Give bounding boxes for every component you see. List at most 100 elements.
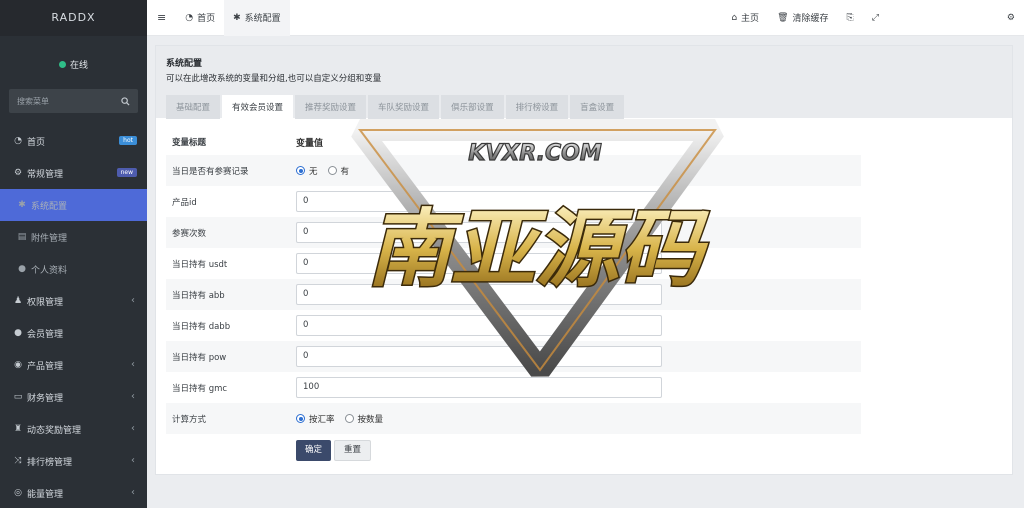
table-row: 当日持有 gmc 100 (166, 372, 861, 403)
clear-cache-button[interactable]: 🗑︎ 清除缓存 (768, 0, 837, 36)
pow-input[interactable]: 0 (296, 346, 662, 367)
header-variable-title: 变量标题 (172, 138, 207, 148)
settings-button[interactable]: ⚙ (998, 0, 1024, 36)
field-label: 当日是否有参赛记录 (172, 166, 249, 177)
menu-toggle-button[interactable]: ≡ (147, 0, 176, 36)
credit-card-icon: ▭ (13, 392, 23, 402)
brand-logo[interactable]: RADDX (0, 0, 147, 36)
radio-option-yes[interactable]: 有 (327, 165, 349, 177)
config-panel: 系统配置 可以在此增改系统的变量和分组,也可以自定义分组和变量 基础配置 有效会… (155, 45, 1013, 475)
table-row: 参赛次数 0 (166, 217, 861, 248)
sidebar-item-dynamic-rewards[interactable]: ♜ 动态奖励管理 ‹ (0, 413, 147, 445)
usdt-input[interactable]: 0 (296, 253, 662, 274)
tab-basic-config[interactable]: 基础配置 (166, 95, 221, 119)
status-label: 在线 (69, 60, 88, 71)
field-label: 当日持有 pow (172, 352, 227, 363)
tab-home[interactable]: ◔ 首页 (176, 0, 224, 36)
field-label: 当日持有 usdt (172, 259, 228, 270)
status-dot-icon (58, 60, 66, 68)
header-variable-value: 变量值 (296, 138, 324, 149)
chevron-left-icon: ‹ (131, 295, 135, 306)
abb-input[interactable]: 0 (296, 284, 662, 305)
submit-button[interactable]: 确定 (296, 440, 332, 461)
shuffle-icon: ⤨ (14, 456, 22, 466)
dashboard-icon: ◔ (14, 136, 22, 146)
tab-team-reward-settings[interactable]: 车队奖励设置 (368, 95, 440, 119)
sidebar-item-leaderboard[interactable]: ⤨ 排行榜管理 ‹ (0, 445, 147, 477)
table-header: 变量标题 变量值 (166, 129, 861, 155)
radio-unchecked-icon[interactable] (327, 166, 337, 175)
page-title: 系统配置 (166, 59, 203, 69)
table-row: 当日持有 dabb 0 (166, 310, 861, 341)
radio-option-by-rate[interactable]: 按汇率 (296, 413, 335, 425)
chevron-left-icon: ‹ (131, 391, 135, 402)
table-row: 产品id 0 (166, 186, 861, 217)
table-row: 当日持有 abb 0 (166, 279, 861, 310)
sidebar-item-system-config[interactable]: ✱ 系统配置 (0, 189, 147, 221)
chevron-left-icon: ‹ (131, 487, 135, 498)
sidebar-item-energy[interactable]: ◎ 能量管理 ‹ (0, 477, 147, 508)
product-icon: ◉ (14, 360, 22, 370)
user-icon: ● (14, 328, 22, 338)
trash-icon: 🗑︎ (777, 12, 789, 23)
user-icon: ● (18, 264, 26, 274)
fullscreen-button[interactable]: ⤢ (863, 0, 888, 36)
sidebar-item-profile[interactable]: ● 个人资料 (0, 253, 147, 285)
gear-icon: ✱ (18, 200, 26, 210)
chevron-left-icon: ‹ (131, 455, 135, 466)
sidebar-item-products[interactable]: ◉ 产品管理 ‹ (0, 349, 147, 381)
sidebar-item-permissions[interactable]: ♟ 权限管理 ‹ (0, 285, 147, 317)
panel-heading: 系统配置 可以在此增改系统的变量和分组,也可以自定义分组和变量 基础配置 有效会… (156, 46, 1012, 119)
tab-referral-reward-settings[interactable]: 推荐奖励设置 (295, 95, 367, 119)
sidebar-item-attachments[interactable]: ▤ 附件管理 (0, 221, 147, 253)
field-label: 当日持有 dabb (172, 321, 231, 332)
table-row: 当日持有 pow 0 (166, 341, 861, 372)
fullscreen-icon: ⤢ (871, 12, 879, 23)
tab-valid-member-settings[interactable]: 有效会员设置 (222, 95, 294, 119)
tab-system-config[interactable]: ✱ 系统配置 (224, 0, 290, 36)
group-icon: ♟ (13, 296, 23, 306)
dabb-input[interactable]: 0 (296, 315, 662, 336)
home-link[interactable]: ⌂ 主页 (722, 0, 768, 36)
sidebar-item-finance[interactable]: ▭ 财务管理 ‹ (0, 381, 147, 413)
hot-badge: hot (119, 136, 137, 145)
radio-option-by-quantity[interactable]: 按数量 (344, 413, 383, 425)
chevron-left-icon: ‹ (131, 359, 135, 370)
field-label: 参赛次数 (172, 228, 207, 239)
tab-blindbox-settings[interactable]: 盲盒设置 (570, 95, 625, 119)
reset-button[interactable]: 重置 (334, 440, 372, 461)
radio-checked-icon[interactable] (296, 414, 305, 423)
field-label: 产品id (172, 197, 197, 208)
config-tabs: 基础配置 有效会员设置 推荐奖励设置 车队奖励设置 俱乐部设置 排行榜设置 盲盒… (166, 95, 1002, 119)
field-label: 计算方式 (172, 414, 207, 425)
cogs-icon: ⚙ (13, 168, 23, 178)
radio-checked-icon[interactable] (296, 166, 305, 175)
sidebar-item-general[interactable]: ⚙ 常规管理 new (0, 157, 147, 189)
page-description: 可以在此增改系统的变量和分组,也可以自定义分组和变量 (166, 74, 382, 84)
table-row: 当日持有 usdt 0 (166, 248, 861, 279)
new-badge: new (116, 168, 137, 177)
gear-icon: ✱ (233, 12, 241, 23)
menu-search[interactable]: 搜索菜单 (9, 89, 138, 113)
home-icon: ⌂ (731, 12, 738, 23)
radio-unchecked-icon[interactable] (344, 414, 354, 423)
language-icon: ⎘ (846, 12, 854, 23)
entry-count-input[interactable]: 0 (296, 222, 662, 243)
tab-leaderboard-settings[interactable]: 排行榜设置 (505, 95, 569, 119)
field-label: 当日持有 abb (172, 290, 225, 301)
tab-club-settings[interactable]: 俱乐部设置 (441, 95, 504, 119)
file-image-icon: ▤ (17, 232, 27, 242)
cogs-icon: ⚙ (1006, 12, 1015, 23)
gmc-input[interactable]: 100 (296, 377, 662, 398)
trophy-icon: ♜ (13, 424, 23, 434)
menu-search-input[interactable]: 搜索菜单 (17, 96, 49, 107)
sidebar-menu: ◔ 首页 hot ⚙ 常规管理 new ✱ 系统配置 ▤ 附件管理 ● 个人资料 ♟ 权限管理 ‹… (0, 125, 147, 508)
sidebar-item-members[interactable]: ● 会员管理 (0, 317, 147, 349)
dashboard-icon: ◔ (185, 12, 194, 23)
sidebar: RADDX 在线 搜索菜单 ◔ 首页 hot ⚙ 常规管理 new ✱ 系统配置 ▤ 附件管… (0, 0, 147, 508)
radio-option-no[interactable]: 无 (296, 165, 318, 177)
language-button[interactable]: ⎘ (838, 0, 863, 36)
search-icon[interactable] (121, 96, 130, 106)
product-id-input[interactable]: 0 (296, 191, 662, 212)
sidebar-item-home[interactable]: ◔ 首页 hot (0, 125, 147, 157)
